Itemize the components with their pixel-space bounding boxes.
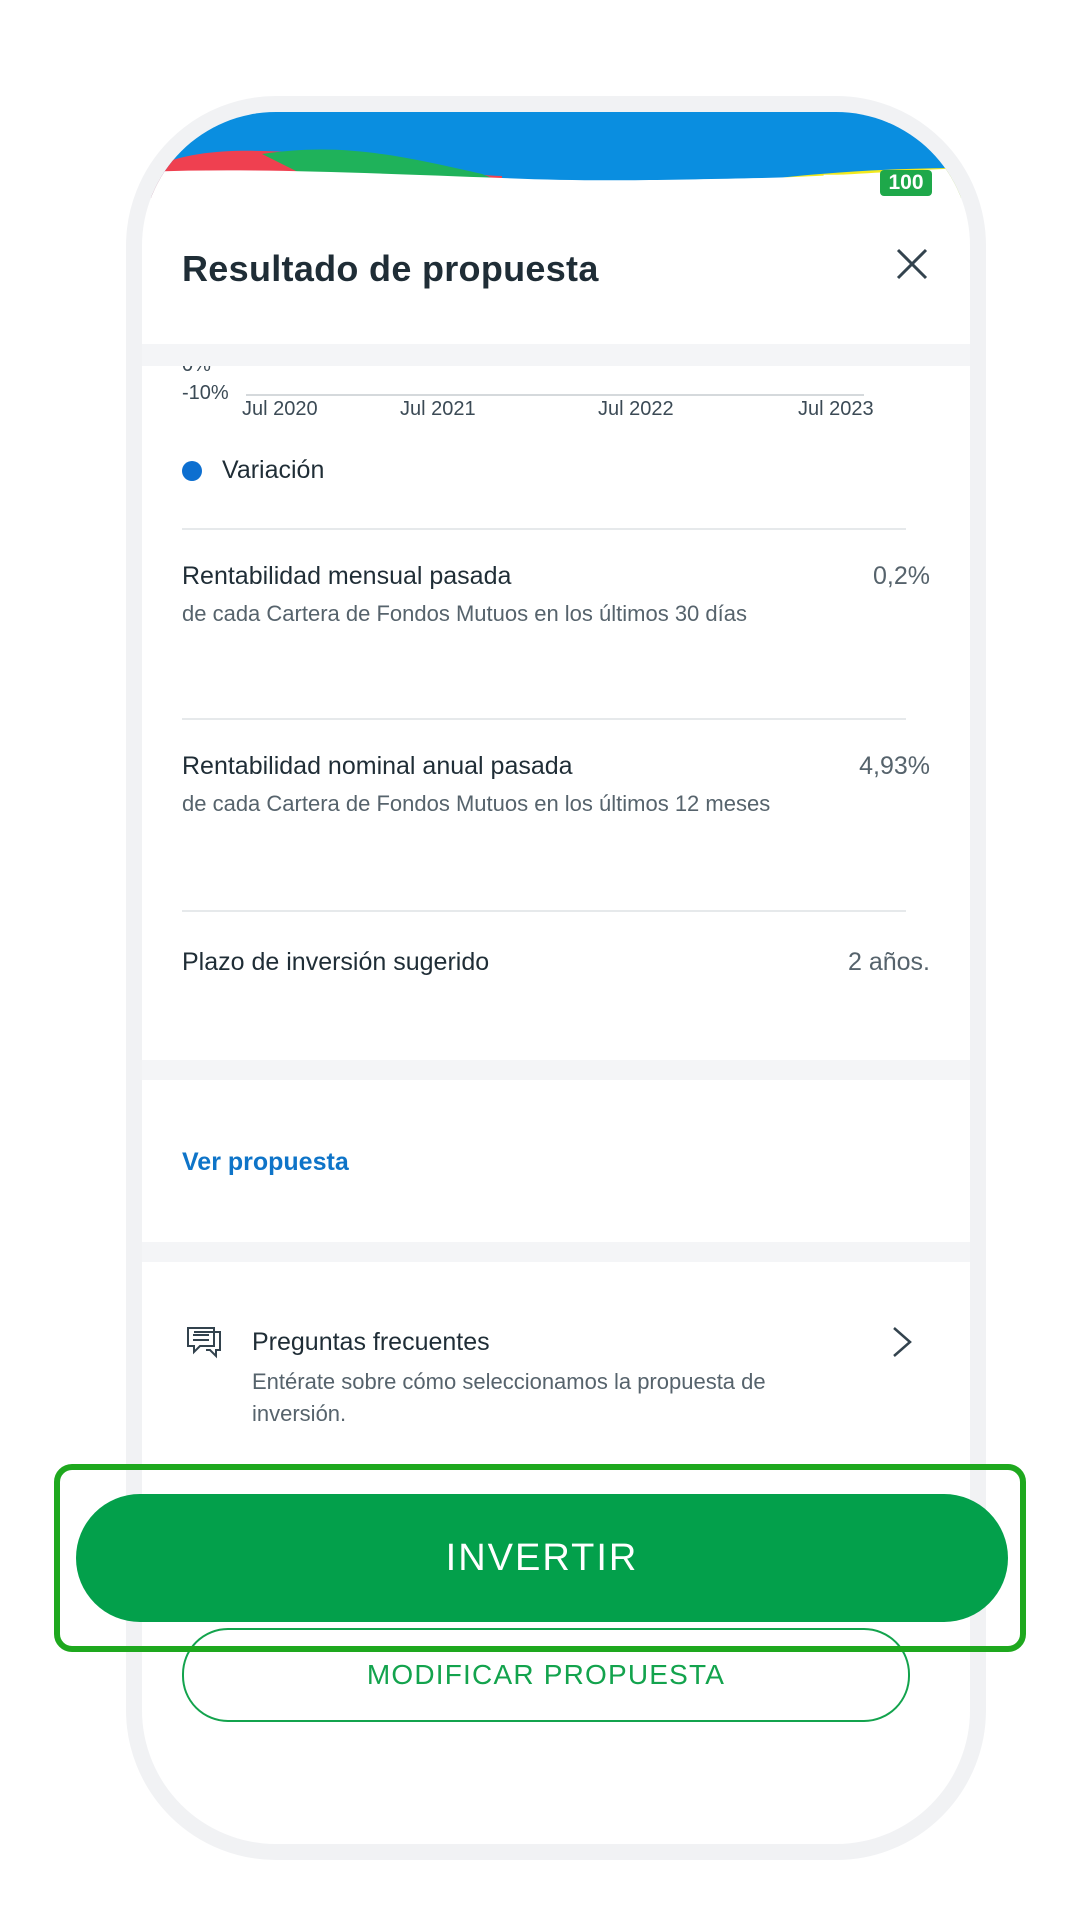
monthly-return-desc: de cada Cartera de Fondos Mutuos en los … [182,601,747,626]
x-tick-3: Jul 2023 [798,398,874,420]
header: Resultado de propuesta [142,198,970,344]
chart-legend: Variación [182,456,324,485]
monthly-return-title: Rentabilidad mensual pasada [182,562,512,590]
faq-description: Entérate sobre cómo seleccionamos la pro… [252,1369,766,1426]
x-tick-1: Jul 2021 [400,398,476,420]
x-axis-line [246,394,864,396]
results-card: 0% -10% Jul 2020 Jul 2021 Jul 2022 Jul 2… [142,366,970,1060]
chat-icon [187,1327,221,1359]
divider [182,910,906,912]
term-value: 2 años. [847,948,930,976]
invest-button[interactable]: INVERTIR [76,1494,1008,1622]
term-title: Plazo de inversión sugerido [182,948,490,976]
wifi-icon: ◠ [849,169,870,196]
divider [182,718,906,720]
annual-return-desc: de cada Cartera de Fondos Mutuos en los … [182,791,771,816]
page-title: Resultado de propuesta [182,248,599,289]
close-icon[interactable] [892,244,932,284]
faq-title: Preguntas frecuentes [252,1328,490,1356]
annual-return-value: 4,93% [859,752,930,780]
chevron-right-icon[interactable] [890,1324,914,1360]
y-tick-1: -10% [182,382,229,404]
signal-wifi-icons: ▂▄▆ ◠ [788,168,870,197]
signal-icon: ▂▄▆ [788,169,843,196]
view-proposal-card: Ver propuesta [142,1080,970,1242]
status-bar: ▂▄▆ ◠ 100 [142,112,970,198]
annual-return-title: Rentabilidad nominal anual pasada [182,752,573,780]
variation-chart: 0% -10% Jul 2020 Jul 2021 Jul 2022 Jul 2… [142,366,970,426]
battery-indicator: 100 [880,170,932,196]
x-tick-2: Jul 2022 [598,398,674,420]
view-proposal-link[interactable]: Ver propuesta [182,1148,349,1177]
legend-label: Variación [222,456,325,484]
divider [182,528,906,530]
legend-dot [182,461,202,482]
x-tick-0: Jul 2020 [242,398,318,420]
monthly-return-value: 0,2% [873,562,930,590]
y-tick-0: 0% [182,366,211,377]
